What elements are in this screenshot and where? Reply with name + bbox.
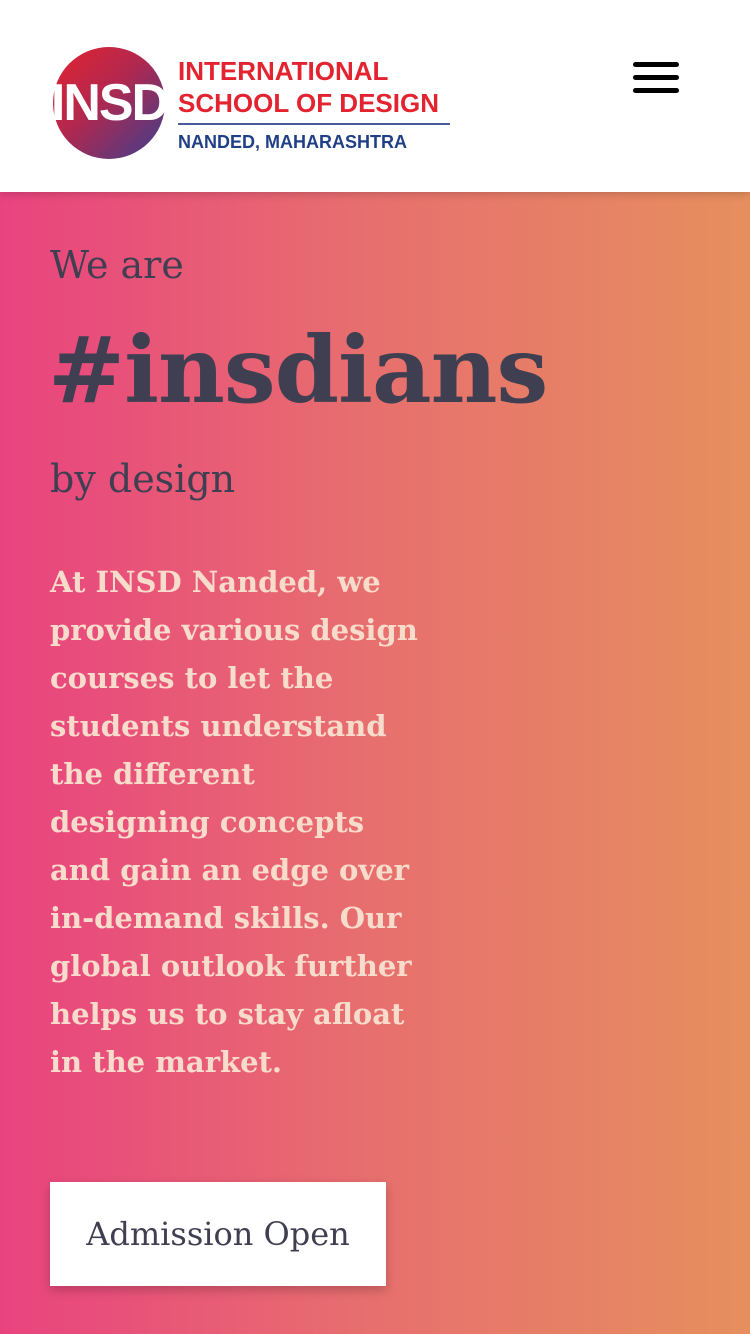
hero-title: #insdians xyxy=(48,316,548,424)
hero-eyebrow: We are xyxy=(50,243,184,287)
logo-title-line2: SCHOOL OF DESIGN xyxy=(178,88,439,118)
hero-subtitle: by design xyxy=(50,457,236,501)
insd-logo[interactable]: INSD INTERNATIONAL SCHOOL OF DESIGN NAND… xyxy=(50,44,463,164)
logo-divider xyxy=(178,123,450,125)
hero-description: At INSD Nanded, we provide various desig… xyxy=(50,565,418,1079)
menu-bar-middle xyxy=(633,75,679,80)
hamburger-menu-icon[interactable] xyxy=(628,56,684,100)
logo-title-line1: INTERNATIONAL xyxy=(178,56,389,86)
menu-bar-bottom xyxy=(633,88,679,93)
admission-open-button[interactable]: Admission Open xyxy=(50,1182,386,1286)
logo-badge-text: INSD xyxy=(50,74,169,132)
menu-bar-top xyxy=(633,62,679,67)
hero-section: We are #insdians by design At INSD Nande… xyxy=(0,192,750,1334)
logo-location: NANDED, MAHARASHTRA xyxy=(178,132,407,152)
site-header: INSD INTERNATIONAL SCHOOL OF DESIGN NAND… xyxy=(0,0,750,192)
